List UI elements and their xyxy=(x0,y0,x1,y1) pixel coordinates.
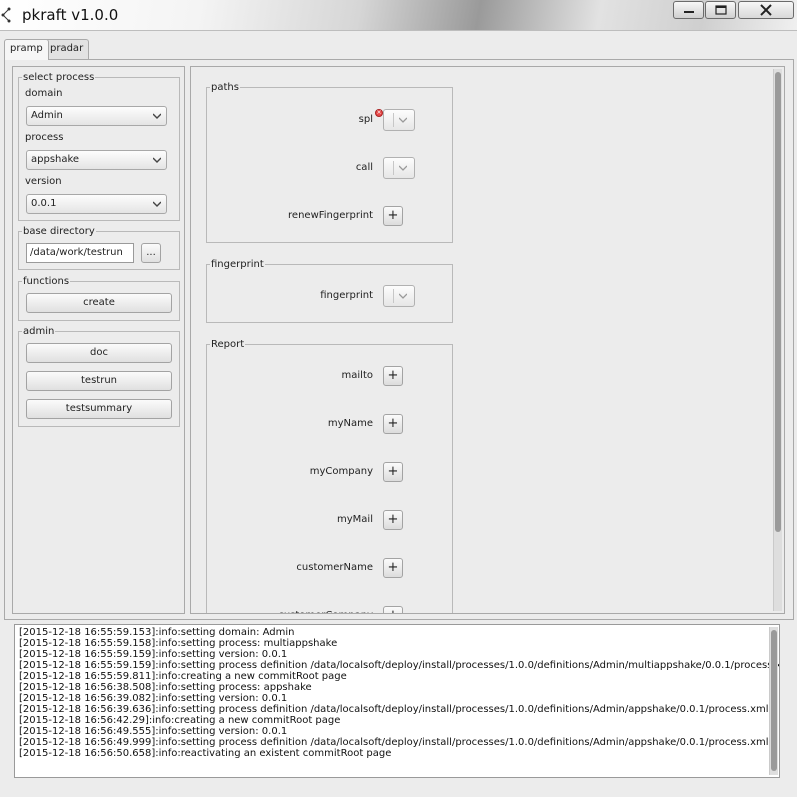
maximize-button[interactable] xyxy=(705,1,736,19)
process-select-value: appshake xyxy=(31,154,80,165)
process-label: process xyxy=(25,132,64,143)
paths-legend: paths xyxy=(211,82,239,93)
mymail-label: myMail xyxy=(337,514,373,525)
log-line: [2015-12-18 16:56:50.658]:info:reactivat… xyxy=(19,748,392,759)
chevron-down-icon xyxy=(153,113,161,119)
chevron-down-icon xyxy=(399,293,407,299)
tab-pramp[interactable]: pramp xyxy=(4,39,49,60)
customercompany-label: customerCompany xyxy=(223,610,373,613)
log-output[interactable]: [2015-12-18 16:55:59.153]:info:setting d… xyxy=(14,624,780,778)
chevron-down-icon xyxy=(153,201,161,207)
call-select[interactable] xyxy=(383,157,415,179)
mailto-add-button[interactable]: + xyxy=(383,366,403,386)
mailto-label: mailto xyxy=(341,370,373,381)
close-icon xyxy=(760,4,772,16)
renew-fingerprint-label: renewFingerprint xyxy=(288,210,373,221)
version-select-value: 0.0.1 xyxy=(31,198,57,209)
log-line: [2015-12-18 16:56:38.508]:info:setting p… xyxy=(19,682,312,693)
myname-label: myName xyxy=(327,418,373,429)
testrun-button[interactable]: testrun xyxy=(26,371,172,391)
base-directory-input[interactable]: /data/work/testrun xyxy=(26,243,134,263)
mycompany-add-button[interactable]: + xyxy=(383,462,403,482)
log-line: [2015-12-18 16:55:59.159]:info:setting p… xyxy=(19,660,780,671)
fingerprint-label: fingerprint xyxy=(320,290,373,301)
log-line: [2015-12-18 16:55:59.153]:info:setting d… xyxy=(19,627,295,638)
version-label: version xyxy=(25,176,62,187)
browse-directory-button[interactable]: ... xyxy=(141,243,161,263)
error-icon: × xyxy=(375,109,383,117)
domain-select-value: Admin xyxy=(31,110,63,121)
log-scrollbar-thumb[interactable] xyxy=(771,630,777,771)
minimize-icon xyxy=(683,11,694,13)
maximize-icon xyxy=(714,5,727,15)
base-directory-legend: base directory xyxy=(23,226,95,237)
renew-fingerprint-add-button[interactable]: + xyxy=(383,206,403,226)
parameters-scrollbar[interactable] xyxy=(773,69,782,611)
log-line: [2015-12-18 16:56:42.29]:info:creating a… xyxy=(19,715,341,726)
chevron-down-icon xyxy=(399,117,407,123)
log-line: [2015-12-18 16:56:49.555]:info:setting v… xyxy=(19,726,288,737)
chevron-down-icon xyxy=(399,165,407,171)
select-process-legend: select process xyxy=(23,72,95,83)
minimize-button[interactable] xyxy=(673,1,704,19)
customercompany-add-button[interactable]: + xyxy=(383,606,403,613)
domain-label: domain xyxy=(25,88,63,99)
customername-add-button[interactable]: + xyxy=(383,558,403,578)
app-logo-icon xyxy=(1,7,11,23)
fingerprint-legend: fingerprint xyxy=(211,259,264,270)
doc-button[interactable]: doc xyxy=(26,343,172,363)
create-button[interactable]: create xyxy=(26,293,172,313)
version-select[interactable]: 0.0.1 xyxy=(26,194,167,214)
admin-legend: admin xyxy=(23,326,55,337)
process-parameters-panel: paths spl × call renewFingerprint + fing… xyxy=(190,66,785,614)
log-line: [2015-12-18 16:55:59.811]:info:creating … xyxy=(19,671,347,682)
customername-label: customerName xyxy=(296,562,373,573)
domain-select[interactable]: Admin xyxy=(26,106,167,126)
log-line: [2015-12-18 16:56:49.999]:info:setting p… xyxy=(19,737,769,748)
testsummary-button[interactable]: testsummary xyxy=(26,399,172,419)
spl-label: spl xyxy=(358,114,373,125)
mymail-add-button[interactable]: + xyxy=(383,510,403,530)
log-line: [2015-12-18 16:56:39.636]:info:setting p… xyxy=(19,704,769,715)
log-line: [2015-12-18 16:55:59.158]:info:setting p… xyxy=(19,638,338,649)
close-button[interactable] xyxy=(738,1,794,19)
log-line: [2015-12-18 16:56:39.082]:info:setting v… xyxy=(19,693,288,704)
myname-add-button[interactable]: + xyxy=(383,414,403,434)
tab-pradar[interactable]: pradar xyxy=(44,39,90,59)
report-legend: Report xyxy=(211,339,245,350)
window-title: pkraft v1.0.0 xyxy=(22,6,119,24)
log-line: [2015-12-18 16:55:59.159]:info:setting v… xyxy=(19,649,288,660)
mycompany-label: myCompany xyxy=(309,466,373,477)
spl-select[interactable] xyxy=(383,109,415,131)
parameters-scrollbar-thumb[interactable] xyxy=(775,72,781,532)
left-control-panel: select process domain Admin process apps… xyxy=(12,66,185,614)
chevron-down-icon xyxy=(153,157,161,163)
process-select[interactable]: appshake xyxy=(26,150,167,170)
functions-legend: functions xyxy=(23,276,70,287)
call-label: call xyxy=(355,162,373,173)
title-bar: pkraft v1.0.0 xyxy=(0,0,797,31)
log-scrollbar[interactable] xyxy=(769,627,778,775)
fingerprint-select[interactable] xyxy=(383,285,415,307)
